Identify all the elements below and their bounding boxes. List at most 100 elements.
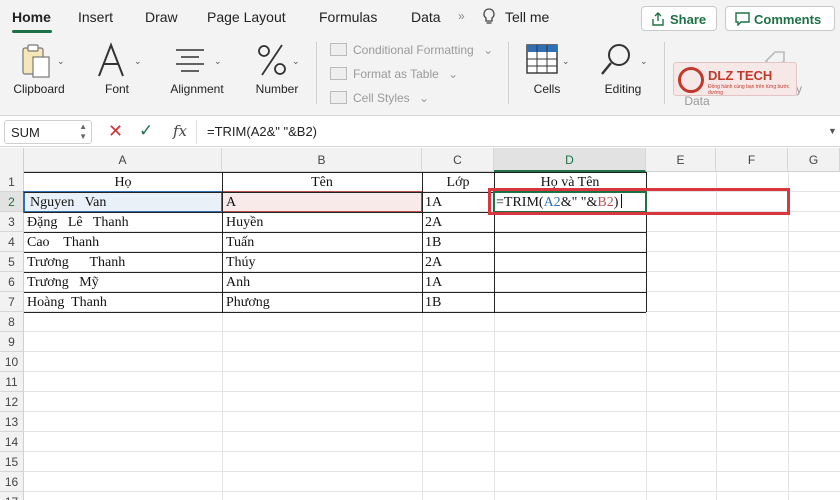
row-header-9[interactable]: 9 xyxy=(0,332,24,352)
cell-a4[interactable]: Cao Thanh xyxy=(27,233,220,253)
column-header-e[interactable]: E xyxy=(646,148,716,172)
name-box[interactable]: SUM ▲ ▼ xyxy=(4,120,92,144)
cell-styles-button[interactable]: Cell Styles ⌄ xyxy=(330,91,429,105)
comment-icon xyxy=(735,12,750,26)
row-header-14[interactable]: 14 xyxy=(0,432,24,452)
row-header-16[interactable]: 16 xyxy=(0,472,24,492)
tell-me-search[interactable]: Tell me xyxy=(505,9,549,25)
row-header-1[interactable]: 1 xyxy=(0,172,24,192)
share-label: Share xyxy=(670,12,707,27)
logo-mark-icon xyxy=(678,67,704,93)
active-tab-indicator xyxy=(12,30,52,33)
font-label: Font xyxy=(104,82,129,96)
name-box-stepper-icon[interactable]: ▲ ▼ xyxy=(79,122,87,142)
cell-a5[interactable]: Trương Thanh xyxy=(27,253,220,273)
cell-b2[interactable]: A xyxy=(226,193,420,213)
cell-b6[interactable]: Anh xyxy=(226,273,420,293)
font-button[interactable]: ⌄ Font xyxy=(84,34,150,116)
cell-b1[interactable]: Tên xyxy=(222,173,422,193)
formula-input[interactable]: =TRIM(A2&" "&B2) xyxy=(196,120,824,144)
row-header-10[interactable]: 10 xyxy=(0,352,24,372)
logo-text: DLZ TECH xyxy=(708,68,773,83)
cell-b5[interactable]: Thúy xyxy=(226,253,420,273)
row-header-12[interactable]: 12 xyxy=(0,392,24,412)
format-as-table-button[interactable]: Format as Table ⌄ xyxy=(330,67,458,81)
conditional-formatting-chevron-down-icon: ⌄ xyxy=(483,43,494,57)
column-header-g[interactable]: G xyxy=(788,148,840,172)
row-header-2[interactable]: 2 xyxy=(0,192,24,212)
alignment-label: Alignment xyxy=(170,82,224,96)
cell-c1[interactable]: Lớp xyxy=(422,173,494,193)
cell-c6[interactable]: 1A xyxy=(425,273,493,293)
column-header-b[interactable]: B xyxy=(222,148,422,172)
cell-a1[interactable]: Họ xyxy=(24,173,222,193)
insert-function-icon[interactable]: fx xyxy=(173,122,187,140)
editing-button[interactable]: ⌄ Editing xyxy=(590,34,656,116)
clipboard-button[interactable]: ⌄ Clipboard xyxy=(4,34,74,116)
conditional-formatting-button[interactable]: Conditional Formatting ⌄ xyxy=(330,43,493,57)
row-header-7[interactable]: 7 xyxy=(0,292,24,312)
cell-styles-chevron-down-icon: ⌄ xyxy=(419,91,430,105)
column-header-c[interactable]: C xyxy=(422,148,494,172)
clipboard-label: Clipboard xyxy=(13,82,65,96)
cancel-formula-icon[interactable]: ✕ xyxy=(108,121,123,142)
tab-insert[interactable]: Insert xyxy=(78,9,113,25)
cell-a2[interactable]: Nguyen Van xyxy=(30,193,220,213)
cell-c4[interactable]: 1B xyxy=(425,233,493,253)
editing-chevron-down-icon: ⌄ xyxy=(640,56,648,66)
row-header-8[interactable]: 8 xyxy=(0,312,24,332)
grid-line xyxy=(24,411,840,412)
clipboard-icon xyxy=(22,44,50,78)
font-chevron-down-icon: ⌄ xyxy=(134,56,142,66)
cell-b7[interactable]: Phương xyxy=(226,293,420,313)
table-border xyxy=(422,172,423,312)
table-border xyxy=(222,172,223,312)
format-as-table-chevron-down-icon: ⌄ xyxy=(448,67,459,81)
annotation-highlight-box xyxy=(488,188,790,215)
more-tabs-chevron-icon[interactable]: » xyxy=(458,9,465,23)
enter-formula-icon[interactable]: ✓ xyxy=(139,121,153,141)
cell-a6[interactable]: Trương Mỹ xyxy=(27,273,220,293)
editing-label: Editing xyxy=(604,82,642,96)
row-header-3[interactable]: 3 xyxy=(0,212,24,232)
cells-button[interactable]: ⌄ Cells xyxy=(514,34,580,116)
cell-a3[interactable]: Đặng Lê Thanh xyxy=(27,213,220,233)
number-button[interactable]: ⌄ Number xyxy=(244,34,310,116)
row-header-4[interactable]: 4 xyxy=(0,232,24,252)
dlz-tech-logo: DLZ TECH Đồng hành cùng bạn trên từng bư… xyxy=(673,62,797,96)
cell-c3[interactable]: 2A xyxy=(425,213,493,233)
select-all-corner[interactable] xyxy=(0,148,24,172)
tab-data[interactable]: Data xyxy=(411,9,441,25)
row-header-5[interactable]: 5 xyxy=(0,252,24,272)
ribbon-divider xyxy=(316,42,317,104)
column-header-d[interactable]: D xyxy=(494,148,646,172)
column-header-a[interactable]: A xyxy=(24,148,222,172)
cell-c7[interactable]: 1B xyxy=(425,293,493,313)
column-header-f[interactable]: F xyxy=(716,148,788,172)
cell-b3[interactable]: Huyền xyxy=(226,213,420,233)
row-header-15[interactable]: 15 xyxy=(0,452,24,472)
comments-button[interactable]: Comments xyxy=(725,6,835,31)
grid-line xyxy=(24,391,840,392)
worksheet-grid[interactable]: A B C D E F G 1 2 3 4 5 6 7 8 9 10 11 12… xyxy=(0,148,840,500)
grid-line xyxy=(24,491,840,492)
grid-line xyxy=(24,471,840,472)
row-header-17[interactable]: 17 xyxy=(0,492,24,500)
tab-page-layout[interactable]: Page Layout xyxy=(207,9,286,25)
tab-formulas[interactable]: Formulas xyxy=(319,9,377,25)
cell-c2[interactable]: 1A xyxy=(425,193,493,213)
share-button[interactable]: Share xyxy=(641,6,717,31)
tab-home[interactable]: Home xyxy=(12,9,51,25)
cell-b4[interactable]: Tuấn xyxy=(226,233,420,253)
row-header-11[interactable]: 11 xyxy=(0,372,24,392)
cell-c5[interactable]: 2A xyxy=(425,253,493,273)
cell-a7[interactable]: Hoàng Thanh xyxy=(27,293,220,313)
expand-formula-bar-chevron-down-icon[interactable]: ▼ xyxy=(828,126,837,136)
row-header-6[interactable]: 6 xyxy=(0,272,24,292)
lightbulb-icon xyxy=(483,8,495,24)
row-header-13[interactable]: 13 xyxy=(0,412,24,432)
ribbon-home: ⌄ Clipboard ⌄ Font ⌄ Alignment ⌄ Number … xyxy=(0,34,840,116)
cell-styles-icon xyxy=(330,91,347,104)
alignment-button[interactable]: ⌄ Alignment xyxy=(160,34,234,116)
tab-draw[interactable]: Draw xyxy=(145,9,178,25)
